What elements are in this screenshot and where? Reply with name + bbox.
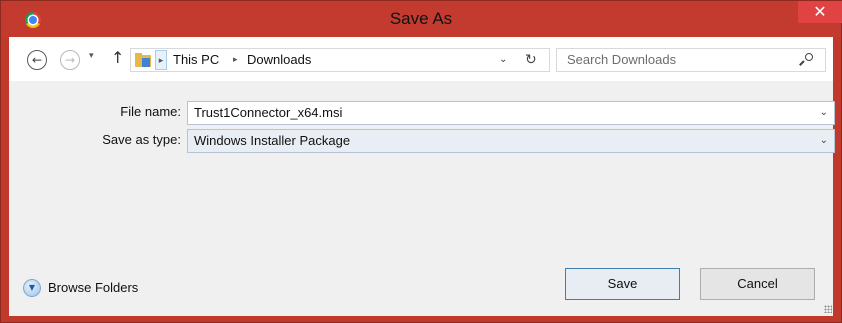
browse-folders-label: Browse Folders	[48, 280, 139, 295]
address-dropdown-icon[interactable]: ⌄	[499, 49, 507, 71]
chevron-down-icon[interactable]: ⌄	[820, 130, 828, 152]
navigation-bar: ← → ▾ ↑ ▸ This PC ▸ Downloads ⌄ ↻ Search…	[9, 37, 833, 81]
close-button[interactable]: ✕	[798, 1, 842, 23]
search-placeholder: Search Downloads	[567, 52, 677, 67]
save-as-type-label: Save as type:	[102, 132, 181, 147]
search-icon[interactable]	[799, 53, 816, 67]
file-name-field[interactable]: Trust1Connector_x64.msi ⌄	[187, 101, 835, 125]
forward-button[interactable]: →	[60, 50, 80, 70]
save-as-dialog: Save As ✕ ← → ▾ ↑ ▸ This PC ▸ Downloads …	[0, 0, 842, 323]
chevron-down-icon[interactable]: ⌄	[820, 102, 828, 124]
dialog-client-area: ← → ▾ ↑ ▸ This PC ▸ Downloads ⌄ ↻ Search…	[9, 37, 835, 316]
cancel-button[interactable]: Cancel	[700, 268, 815, 300]
back-button[interactable]: ←	[27, 50, 47, 70]
breadcrumb-this-pc[interactable]: This PC	[173, 49, 219, 71]
window-title: Save As	[389, 9, 453, 28]
file-name-value: Trust1Connector_x64.msi	[194, 105, 343, 120]
recent-locations-icon[interactable]: ▾	[89, 51, 94, 61]
search-input[interactable]: Search Downloads	[556, 48, 826, 72]
breadcrumb-root-arrow-icon[interactable]: ▸	[155, 50, 167, 70]
folder-download-icon	[135, 51, 153, 69]
save-as-type-value: Windows Installer Package	[194, 133, 351, 148]
title-bar: Save As ✕	[1, 1, 842, 37]
save-as-type-select[interactable]: Windows Installer Package ⌄	[187, 129, 835, 153]
breadcrumb-separator-icon[interactable]: ▸	[233, 49, 238, 71]
expand-circle-icon: ▼	[23, 279, 41, 297]
save-button[interactable]: Save	[565, 268, 680, 300]
refresh-icon[interactable]: ↻	[525, 49, 537, 71]
up-one-level-button[interactable]: ↑	[111, 48, 124, 67]
address-bar[interactable]: ▸ This PC ▸ Downloads ⌄ ↻	[130, 48, 550, 72]
resize-grip-icon[interactable]	[824, 305, 832, 313]
breadcrumb-downloads[interactable]: Downloads	[247, 49, 311, 71]
file-name-label: File name:	[120, 104, 181, 119]
